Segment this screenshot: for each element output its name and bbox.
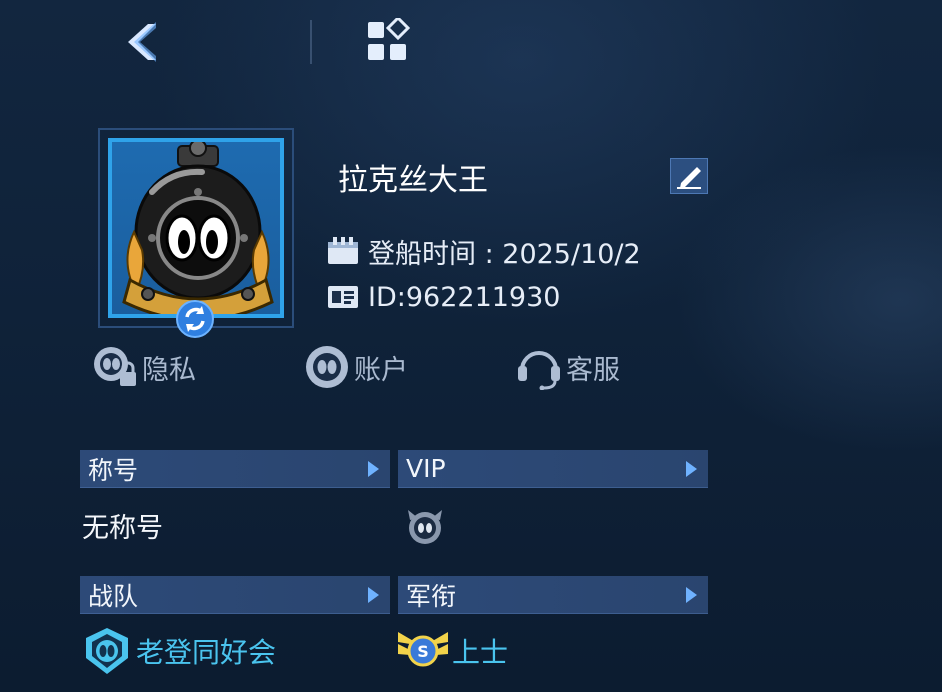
avatar-frame[interactable] <box>98 128 294 328</box>
join-date-text: 登船时间 : 2025/10/2 <box>368 238 641 270</box>
rank-name: 上士 <box>452 636 509 669</box>
team-section-header[interactable]: 战队 <box>80 576 390 614</box>
privacy-label: 隐私 <box>142 354 196 386</box>
diving-helmet-avatar <box>122 142 274 314</box>
refresh-avatar-button[interactable] <box>176 300 214 338</box>
apps-grid-icon <box>368 15 411 60</box>
user-id-text: ID:962211930 <box>368 281 561 313</box>
team-value-row[interactable]: 老登同好会 <box>80 626 276 676</box>
title-section-header[interactable]: 称号 <box>80 450 390 488</box>
team-header-label: 战队 <box>88 581 139 611</box>
chevron-right-icon <box>686 586 697 603</box>
avatar <box>108 138 284 318</box>
account-icon <box>306 346 348 388</box>
chevron-right-icon <box>686 460 697 477</box>
join-date-row: 登船时间 : 2025/10/2 <box>326 234 641 270</box>
team-emblem-icon <box>86 628 128 674</box>
account-button[interactable]: 账户 <box>302 344 408 390</box>
privacy-lock-icon <box>94 347 136 386</box>
account-label: 账户 <box>354 354 408 386</box>
vip-header-label: VIP <box>406 454 446 483</box>
vip-robot-icon <box>408 510 442 544</box>
vip-section-header[interactable]: VIP <box>398 450 708 488</box>
title-header-label: 称号 <box>88 455 139 485</box>
back-chevron-icon <box>128 22 156 62</box>
privacy-button[interactable]: 隐私 <box>90 344 196 390</box>
svg-text:S: S <box>417 642 429 661</box>
support-label: 客服 <box>566 354 620 386</box>
chevron-right-icon <box>368 586 379 603</box>
refresh-icon <box>185 306 205 332</box>
team-name: 老登同好会 <box>136 636 277 669</box>
top-divider <box>310 20 312 64</box>
apps-button[interactable] <box>364 15 418 68</box>
id-card-icon <box>328 286 358 308</box>
calendar-icon <box>328 237 358 264</box>
title-value: 无称号 <box>82 513 163 544</box>
edit-name-button[interactable] <box>670 158 708 194</box>
chevron-right-icon <box>368 460 379 477</box>
id-row: ID:962211930 <box>326 280 560 314</box>
rank-badge-icon: S <box>398 632 448 667</box>
rank-value-row: S 上士 <box>396 626 508 676</box>
back-button[interactable] <box>118 16 166 68</box>
edit-pencil-icon <box>677 167 701 189</box>
rank-header-label: 军衔 <box>406 581 457 611</box>
username: 拉克丝大王 <box>338 163 488 198</box>
rank-section-header[interactable]: 军衔 <box>398 576 708 614</box>
headset-icon <box>518 351 560 390</box>
support-button[interactable]: 客服 <box>514 344 620 390</box>
